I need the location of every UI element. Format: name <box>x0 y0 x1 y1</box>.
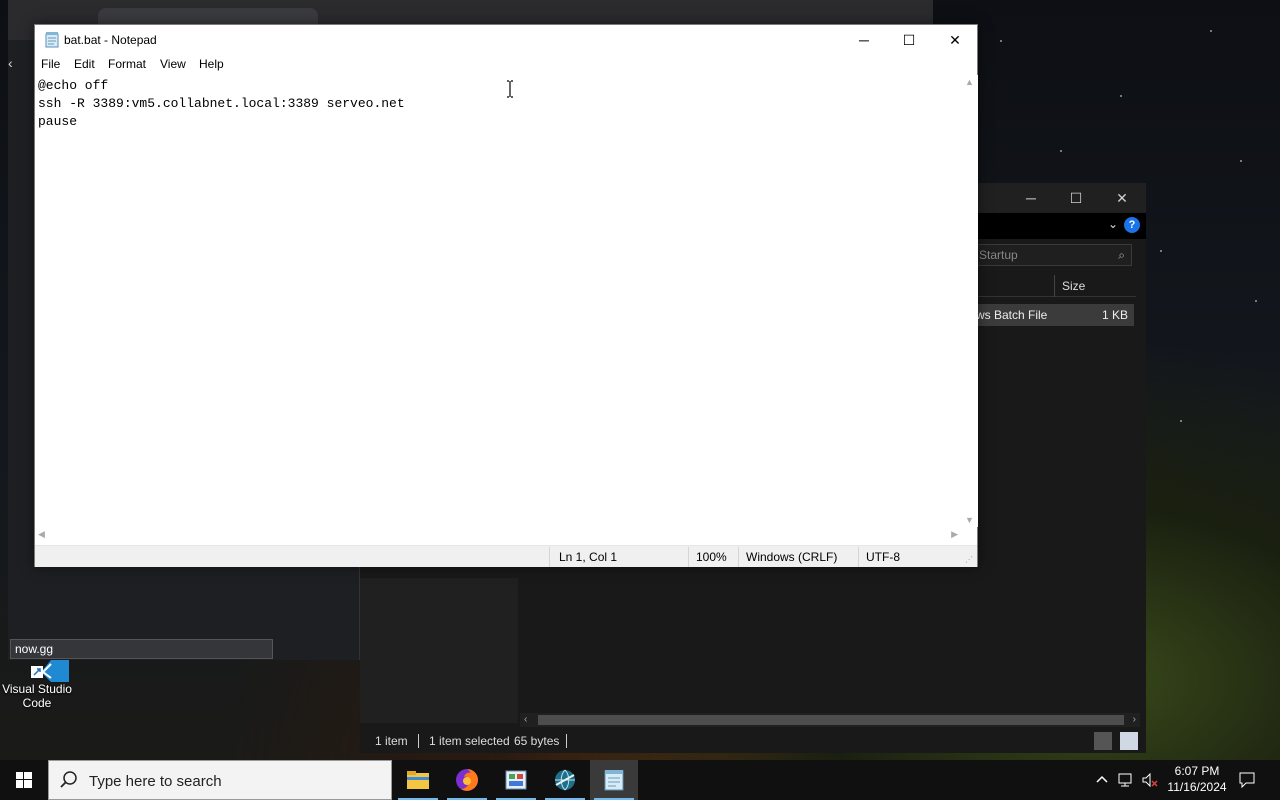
notepad-status-bar: Ln 1, Col 1 100% Windows (CRLF) UTF-8 ⋰ <box>35 545 977 567</box>
status-separator <box>688 547 689 567</box>
star <box>1160 250 1162 252</box>
start-button[interactable] <box>0 760 48 800</box>
large-icons-view-icon[interactable] <box>1120 732 1138 750</box>
file-type: ws Batch File <box>976 308 1048 322</box>
notepad-window: bat.bat - Notepad ─ ☐ ✕ File Edit Format… <box>34 24 978 567</box>
navigation-pane <box>360 578 518 723</box>
text-cursor-icon <box>505 80 515 98</box>
minimize-icon[interactable]: ─ <box>1008 183 1054 213</box>
details-view-icon[interactable] <box>1094 732 1112 750</box>
notepad-icon <box>45 32 59 48</box>
file-size: 1 KB <box>1101 308 1128 322</box>
status-separator <box>858 547 859 567</box>
status-bytes: 65 bytes <box>514 734 560 748</box>
minimize-icon[interactable]: ─ <box>841 25 887 55</box>
text-editor-area[interactable]: @echo off ssh -R 3389:vm5.collabnet.loca… <box>35 75 961 527</box>
status-separator <box>549 547 550 567</box>
globe-app-icon <box>555 769 575 791</box>
zoom-level: 100% <box>696 550 727 564</box>
help-icon[interactable]: ? <box>1124 217 1140 233</box>
maximize-icon[interactable]: ☐ <box>1053 183 1099 213</box>
taskbar: Type here to search 6:07 PM 11/16/2024 <box>0 760 1280 800</box>
encoding: UTF-8 <box>866 550 900 564</box>
explorer-horizontal-scrollbar[interactable]: ‹ › <box>520 713 1140 727</box>
star <box>1210 30 1212 32</box>
taskbar-notepad[interactable] <box>590 760 638 800</box>
vscode-icon <box>21 660 69 682</box>
search-icon: ⌕ <box>1118 248 1125 262</box>
explorer-status-bar: 1 item 1 item selected 65 bytes <box>360 729 1146 753</box>
network-icon[interactable] <box>1117 772 1135 800</box>
taskbar-file-explorer[interactable] <box>394 760 442 800</box>
windows-logo-icon <box>16 772 32 788</box>
star <box>1180 420 1182 422</box>
scrollbar-thumb[interactable] <box>538 715 1124 725</box>
star <box>1255 300 1257 302</box>
scroll-right-icon[interactable]: › <box>1133 713 1136 727</box>
scroll-up-icon[interactable]: ▲ <box>965 77 974 87</box>
taskbar-search-box[interactable]: Type here to search <box>48 760 392 800</box>
cursor-position: Ln 1, Col 1 <box>559 550 618 564</box>
menu-view[interactable]: View <box>158 57 188 71</box>
notepad-titlebar[interactable]: bat.bat - Notepad ─ ☐ ✕ <box>35 25 977 55</box>
folder-icon <box>407 771 429 789</box>
star <box>1000 40 1002 42</box>
star <box>1060 150 1062 152</box>
vertical-scrollbar[interactable]: ▲ ▼ <box>961 75 978 527</box>
scroll-right-icon[interactable]: ▶ <box>951 529 958 540</box>
menu-format[interactable]: Format <box>106 57 148 71</box>
close-icon[interactable]: ✕ <box>932 25 978 55</box>
menu-help[interactable]: Help <box>197 57 226 71</box>
star <box>1120 95 1122 97</box>
url-tooltip: now.gg <box>10 639 273 659</box>
status-separator <box>418 734 419 748</box>
star <box>1240 160 1242 162</box>
clock-date: 11/16/2024 <box>1167 780 1227 794</box>
desktop-icon-vscode[interactable]: Visual Studio Code <box>0 660 74 710</box>
chevron-up-icon[interactable] <box>1094 772 1110 800</box>
horizontal-scrollbar[interactable]: ◀ ▶ <box>35 527 961 544</box>
search-placeholder: Type here to search <box>89 773 222 790</box>
clock-time: 6:07 PM <box>1174 764 1220 778</box>
status-selected: 1 item selected <box>429 734 510 748</box>
search-icon <box>60 771 77 788</box>
menu-file[interactable]: File <box>39 57 62 71</box>
resize-grip-icon[interactable]: ⋰ <box>965 555 975 565</box>
taskbar-control-panel[interactable] <box>492 760 540 800</box>
explorer-column-header: Size <box>974 275 1136 297</box>
taskbar-network-app[interactable] <box>541 760 589 800</box>
volume-muted-icon[interactable] <box>1141 772 1159 800</box>
notification-icon[interactable] <box>1238 771 1256 800</box>
status-item-count: 1 item <box>375 734 408 748</box>
chevron-down-icon[interactable]: ⌄ <box>1108 217 1118 231</box>
status-separator <box>566 734 567 748</box>
taskbar-clock[interactable]: 6:07 PM 11/16/2024 <box>1160 763 1234 795</box>
close-icon[interactable]: ✕ <box>1099 183 1145 213</box>
window-title: bat.bat - Notepad <box>64 33 157 47</box>
status-separator <box>738 547 739 567</box>
explorer-search-placeholder: Startup <box>979 248 1018 262</box>
notepad-icon <box>604 770 624 791</box>
column-size-header[interactable]: Size <box>1062 279 1085 293</box>
file-row[interactable]: ws Batch File 1 KB <box>974 304 1134 326</box>
line-ending: Windows (CRLF) <box>746 550 838 564</box>
scroll-down-icon[interactable]: ▼ <box>965 515 974 525</box>
scroll-left-icon[interactable]: ‹ <box>524 713 527 727</box>
menu-bar: File Edit Format View Help <box>35 55 977 75</box>
maximize-icon[interactable]: ☐ <box>886 25 932 55</box>
firefox-icon <box>456 769 478 791</box>
control-panel-icon <box>505 770 527 790</box>
desktop-icon-label: Visual Studio Code <box>2 682 72 710</box>
taskbar-firefox[interactable] <box>443 760 491 800</box>
column-divider[interactable] <box>1054 275 1055 297</box>
explorer-search-input[interactable]: Startup ⌕ <box>974 244 1132 266</box>
scroll-left-icon[interactable]: ◀ <box>38 529 45 540</box>
menu-edit[interactable]: Edit <box>72 57 97 71</box>
back-arrow-icon[interactable]: ‹ <box>8 55 13 71</box>
